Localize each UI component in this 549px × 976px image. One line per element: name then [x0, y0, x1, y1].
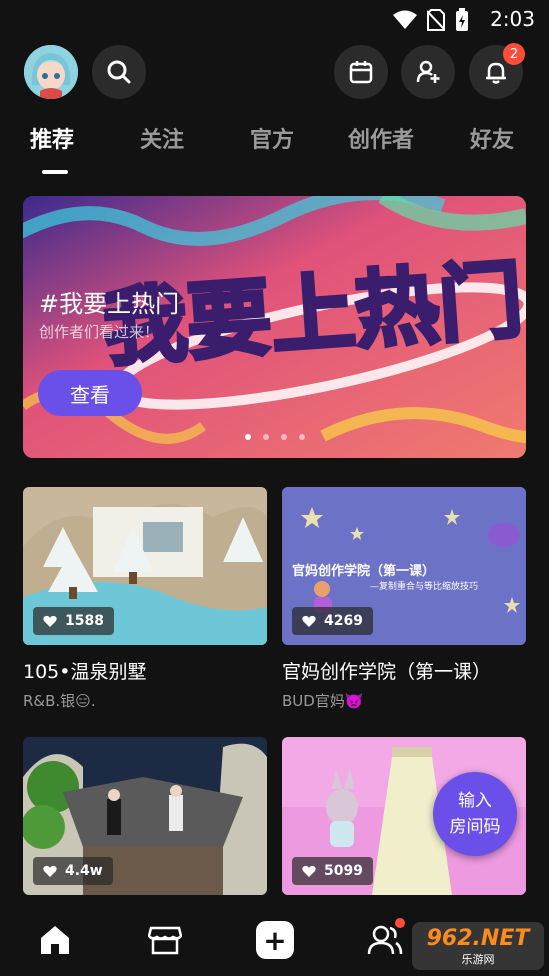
banner-title: #我要上热门 — [39, 290, 180, 318]
friends-icon — [367, 925, 403, 955]
nav-home[interactable] — [35, 920, 75, 960]
heart-icon — [302, 865, 316, 877]
notification-dot — [395, 918, 405, 928]
calendar-button[interactable] — [334, 45, 388, 99]
carousel-dot[interactable] — [281, 434, 287, 440]
map-thumbnail: 4.4w — [23, 737, 267, 895]
likes-value: 5099 — [324, 863, 363, 879]
heart-icon — [43, 865, 57, 877]
notification-badge: 2 — [503, 43, 525, 65]
nav-store[interactable] — [145, 920, 185, 960]
card-author[interactable]: BUD官妈👿 — [282, 690, 526, 711]
card-author[interactable]: R&B.银😑. — [23, 690, 267, 711]
no-sim-icon — [427, 9, 445, 31]
tab-recommended[interactable]: 推荐 — [30, 122, 74, 154]
heart-icon — [43, 615, 57, 627]
carousel-dot[interactable] — [245, 434, 251, 440]
avatar-image — [24, 45, 78, 99]
view-button[interactable]: 查看 — [38, 370, 142, 416]
search-icon — [107, 60, 131, 84]
watermark-subtitle: 乐游网 — [461, 952, 495, 966]
status-icons — [393, 8, 469, 32]
likes-value: 4.4w — [65, 863, 103, 879]
wifi-icon — [393, 10, 417, 29]
tab-friends[interactable]: 好友 — [470, 122, 514, 154]
card-title: 105•温泉别墅 — [23, 661, 147, 683]
carousel-dot[interactable] — [263, 434, 269, 440]
battery-icon — [456, 8, 468, 31]
search-button[interactable] — [92, 45, 146, 99]
add-user-icon — [416, 60, 440, 83]
map-card[interactable]: 官妈创作学院（第一课） —复制重合与等比缩放技巧 4269 官妈创作学院（第一课… — [282, 487, 526, 711]
thumb-subtitle: —复制重合与等比缩放技巧 — [370, 580, 478, 592]
watermark-logo: 962.NET — [426, 925, 530, 951]
watermark: 962.NET 乐游网 — [412, 922, 544, 970]
room-button-line1: 输入 — [458, 791, 492, 811]
notifications-button[interactable]: 2 — [469, 43, 525, 99]
add-friend-button[interactable] — [401, 45, 455, 99]
like-count: 1588 — [33, 607, 114, 635]
carousel-dots — [245, 434, 305, 440]
like-count: 4.4w — [33, 857, 113, 885]
heart-icon — [302, 615, 316, 627]
map-card[interactable]: 1588 105•温泉别墅 R&B.银😑. — [23, 487, 267, 711]
thumb-title: 官妈创作学院（第一课） — [292, 563, 435, 579]
plus-icon: + — [256, 921, 294, 959]
map-thumbnail: 官妈创作学院（第一课） —复制重合与等比缩放技巧 4269 — [282, 487, 526, 645]
status-bar: 2:03 — [0, 0, 549, 40]
nav-create[interactable]: + — [255, 920, 295, 960]
tab-following[interactable]: 关注 — [140, 122, 184, 154]
map-thumbnail: 1588 — [23, 487, 267, 645]
room-button-line2: 房间码 — [449, 817, 501, 837]
enter-room-code-button[interactable]: 输入 房间码 — [433, 772, 517, 856]
nav-friends[interactable] — [365, 918, 405, 960]
promo-banner[interactable]: 我要上热门 #我要上热门 创作者们看过来！ 查看 — [23, 196, 526, 458]
likes-value: 1588 — [65, 613, 104, 629]
home-icon — [41, 926, 69, 954]
store-icon — [148, 926, 182, 955]
tab-creators[interactable]: 创作者 — [348, 122, 414, 154]
card-title: 官妈创作学院（第一课） — [282, 661, 492, 683]
status-time: 2:03 — [490, 7, 535, 31]
tab-indicator — [42, 170, 68, 174]
top-bar: 2 — [0, 43, 549, 103]
like-count: 5099 — [292, 857, 373, 885]
tab-official[interactable]: 官方 — [250, 122, 294, 154]
likes-value: 4269 — [324, 613, 363, 629]
bell-icon — [486, 62, 506, 84]
map-card[interactable]: 4.4w — [23, 737, 267, 895]
calendar-icon — [349, 61, 373, 84]
carousel-dot[interactable] — [299, 434, 305, 440]
banner-subtitle: 创作者们看过来！ — [39, 323, 160, 341]
like-count: 4269 — [292, 607, 373, 635]
avatar[interactable] — [24, 45, 78, 99]
feed-tabs: 推荐 关注 官方 创作者 好友 — [0, 122, 549, 172]
